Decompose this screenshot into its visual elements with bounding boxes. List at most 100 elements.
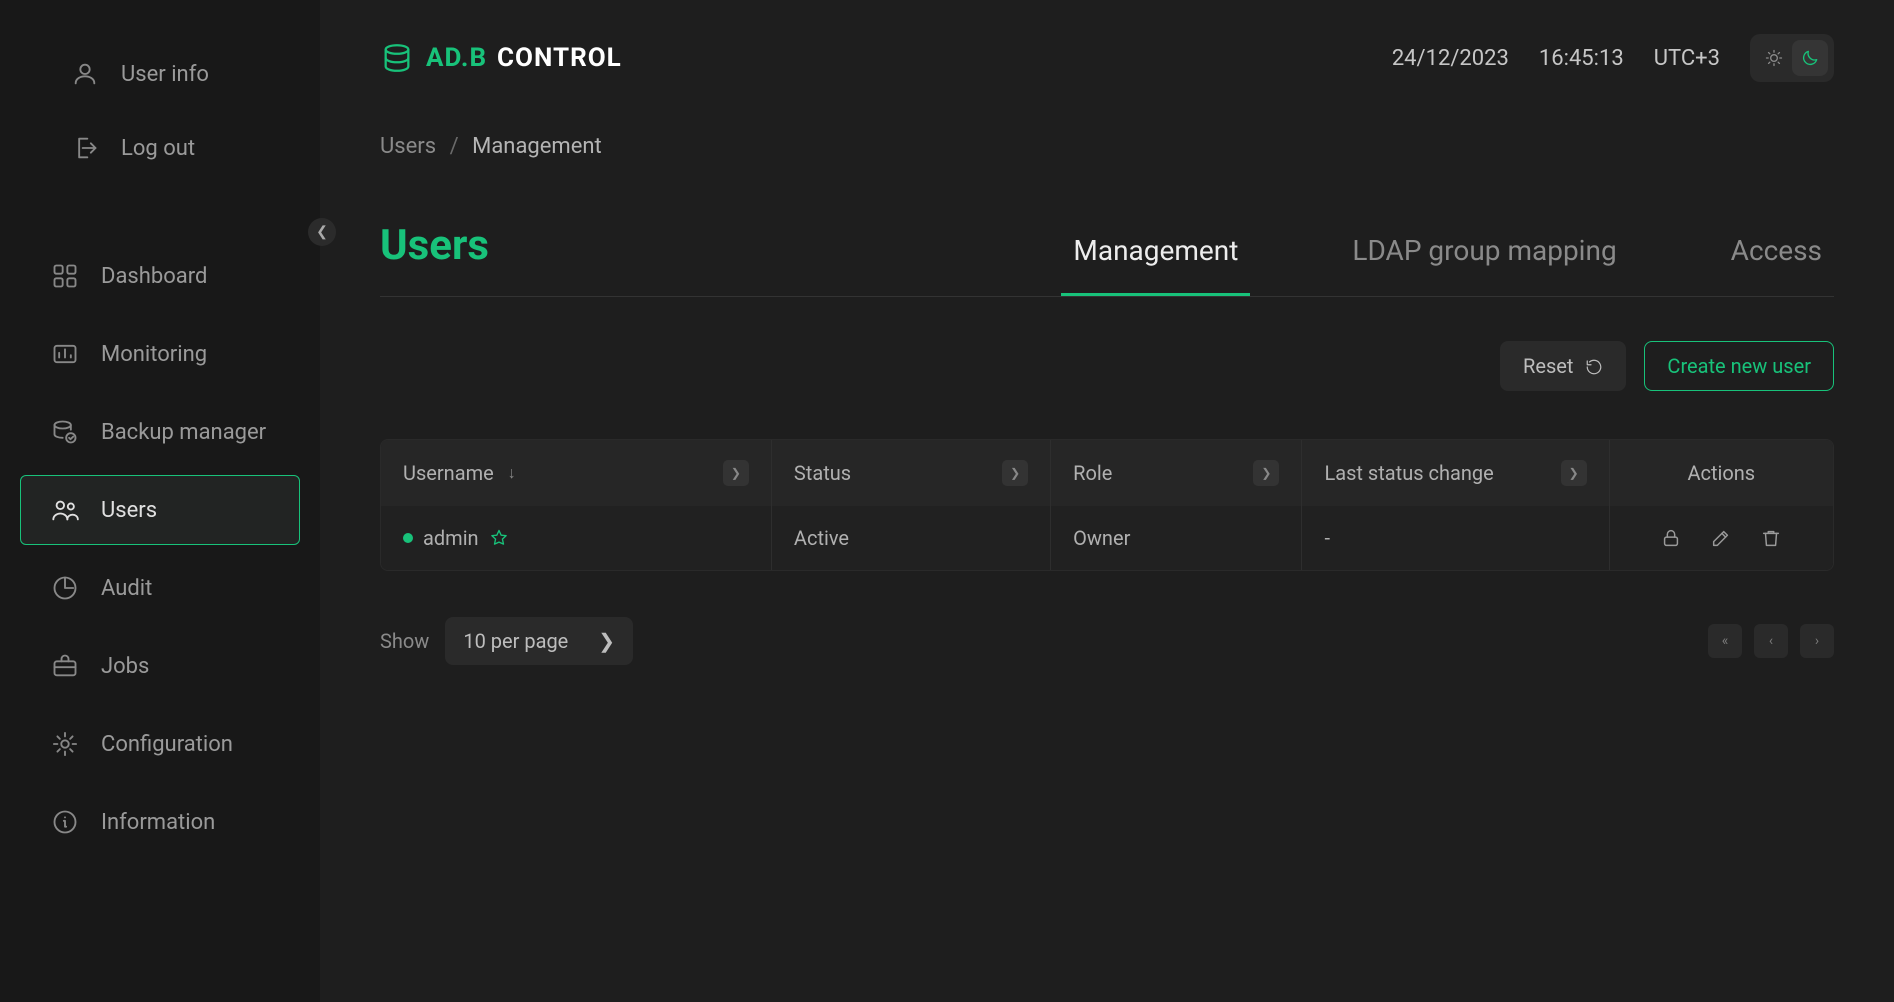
breadcrumb-current: Management xyxy=(472,134,602,159)
col-role-label: Role xyxy=(1073,461,1112,485)
sidebar-item-users[interactable]: Users xyxy=(20,475,300,545)
backup-icon xyxy=(51,418,79,446)
sidebar-item-audit[interactable]: Audit xyxy=(0,553,320,623)
sidebar-item-label: Information xyxy=(101,810,215,835)
gear-icon xyxy=(51,730,79,758)
star-icon[interactable] xyxy=(489,528,509,548)
cell-role: Owner xyxy=(1051,506,1302,570)
col-lastchange-label: Last status change xyxy=(1324,461,1493,485)
sidebar-item-label: Dashboard xyxy=(101,264,207,289)
logout-icon xyxy=(71,134,99,162)
reset-icon xyxy=(1585,357,1603,375)
reset-button[interactable]: Reset xyxy=(1500,341,1626,391)
filter-button[interactable]: ❯ xyxy=(1561,460,1587,486)
jobs-icon xyxy=(51,652,79,680)
dark-theme-button[interactable] xyxy=(1792,40,1828,76)
col-actions-label: Actions xyxy=(1687,461,1755,485)
show-label: Show xyxy=(380,629,429,653)
sidebar-item-label: User info xyxy=(121,62,209,87)
tabs: Management LDAP group mapping Access xyxy=(1061,234,1834,296)
page-header: Users Management LDAP group mapping Acce… xyxy=(380,221,1834,297)
brand-secondary: CONTROL xyxy=(497,43,622,73)
trash-icon[interactable] xyxy=(1760,527,1782,549)
user-icon xyxy=(71,60,99,88)
cell-lastchange: - xyxy=(1302,506,1609,570)
sidebar-item-jobs[interactable]: Jobs xyxy=(0,631,320,701)
cell-status: Active xyxy=(772,506,1051,570)
edit-icon[interactable] xyxy=(1710,527,1732,549)
sort-desc-icon: ↓ xyxy=(508,463,516,483)
tab-management[interactable]: Management xyxy=(1061,234,1250,296)
sidebar-item-label: Configuration xyxy=(101,732,233,757)
chevron-right-icon: ❯ xyxy=(598,629,615,653)
username-value: admin xyxy=(423,526,479,550)
pager-next[interactable]: › xyxy=(1800,624,1834,658)
filter-button[interactable]: ❯ xyxy=(1002,460,1028,486)
table-footer: Show 10 per page ❯ « ‹ › xyxy=(380,617,1834,665)
cell-username: admin xyxy=(381,506,772,570)
topbar: AD.B CONTROL 24/12/2023 16:45:13 UTC+3 xyxy=(380,28,1834,88)
users-table: Username ↓ ❯ Status ❯ Role ❯ Last status… xyxy=(380,439,1834,571)
sidebar-item-label: Audit xyxy=(101,576,152,601)
breadcrumb-sep: / xyxy=(450,134,459,159)
moon-icon xyxy=(1800,48,1820,68)
sidebar-item-monitoring[interactable]: Monitoring xyxy=(0,319,320,389)
filter-button[interactable]: ❯ xyxy=(1253,460,1279,486)
col-actions: Actions xyxy=(1610,440,1833,506)
status-value: Active xyxy=(794,526,849,550)
info-icon xyxy=(51,808,79,836)
audit-icon xyxy=(51,574,79,602)
chevron-left-icon: ❮ xyxy=(316,224,328,240)
topbar-right: 24/12/2023 16:45:13 UTC+3 xyxy=(1392,34,1834,82)
topbar-date: 24/12/2023 xyxy=(1392,46,1509,71)
topbar-time: 16:45:13 xyxy=(1539,46,1624,71)
status-dot-icon xyxy=(403,533,413,543)
sidebar-item-logout[interactable]: Log out xyxy=(20,113,300,183)
col-status[interactable]: Status ❯ xyxy=(772,440,1051,506)
filter-button[interactable]: ❯ xyxy=(723,460,749,486)
col-lastchange[interactable]: Last status change ❯ xyxy=(1302,440,1609,506)
col-username[interactable]: Username ↓ ❯ xyxy=(381,440,772,506)
chevron-right-icon: › xyxy=(1815,633,1819,649)
lastchange-value: - xyxy=(1324,526,1330,550)
sidebar-item-information[interactable]: Information xyxy=(0,787,320,857)
monitoring-icon xyxy=(51,340,79,368)
main-content: AD.B CONTROL 24/12/2023 16:45:13 UTC+3 xyxy=(320,0,1894,1002)
sidebar-item-user-info[interactable]: User info xyxy=(20,39,300,109)
tab-access[interactable]: Access xyxy=(1719,234,1834,296)
sidebar-collapse-button[interactable]: ❮ xyxy=(308,218,336,246)
cell-actions xyxy=(1610,506,1833,570)
pager-prev[interactable]: ‹ xyxy=(1754,624,1788,658)
reset-label: Reset xyxy=(1523,354,1573,378)
sidebar-item-label: Users xyxy=(101,498,157,523)
database-icon xyxy=(380,41,414,75)
tab-ldap[interactable]: LDAP group mapping xyxy=(1340,234,1628,296)
col-role[interactable]: Role ❯ xyxy=(1051,440,1302,506)
chevron-left-icon: ‹ xyxy=(1769,633,1773,649)
col-username-label: Username xyxy=(403,461,494,485)
per-page-select[interactable]: 10 per page ❯ xyxy=(445,617,633,665)
pager: « ‹ › xyxy=(1708,624,1834,658)
topbar-tz: UTC+3 xyxy=(1654,46,1720,71)
lock-icon[interactable] xyxy=(1660,527,1682,549)
page-title: Users xyxy=(380,221,489,296)
theme-toggle xyxy=(1750,34,1834,82)
actions-row: Reset Create new user xyxy=(380,341,1834,391)
light-theme-button[interactable] xyxy=(1756,40,1792,76)
create-user-button[interactable]: Create new user xyxy=(1644,341,1834,391)
brand-primary: AD.B xyxy=(426,43,487,73)
sidebar-item-configuration[interactable]: Configuration xyxy=(0,709,320,779)
table-row: admin Active Owner - xyxy=(381,506,1833,570)
table-head: Username ↓ ❯ Status ❯ Role ❯ Last status… xyxy=(381,440,1833,506)
col-status-label: Status xyxy=(794,461,851,485)
double-chevron-left-icon: « xyxy=(1722,633,1729,649)
sidebar-item-backup[interactable]: Backup manager xyxy=(0,397,320,467)
pager-first[interactable]: « xyxy=(1708,624,1742,658)
per-page-value: 10 per page xyxy=(463,629,568,653)
sidebar-item-dashboard[interactable]: Dashboard xyxy=(0,241,320,311)
breadcrumb-root[interactable]: Users xyxy=(380,134,436,159)
breadcrumb: Users / Management xyxy=(380,134,1834,159)
sidebar-item-label: Log out xyxy=(121,136,195,161)
per-page-control: Show 10 per page ❯ xyxy=(380,617,633,665)
logo-text: AD.B CONTROL xyxy=(426,43,622,73)
